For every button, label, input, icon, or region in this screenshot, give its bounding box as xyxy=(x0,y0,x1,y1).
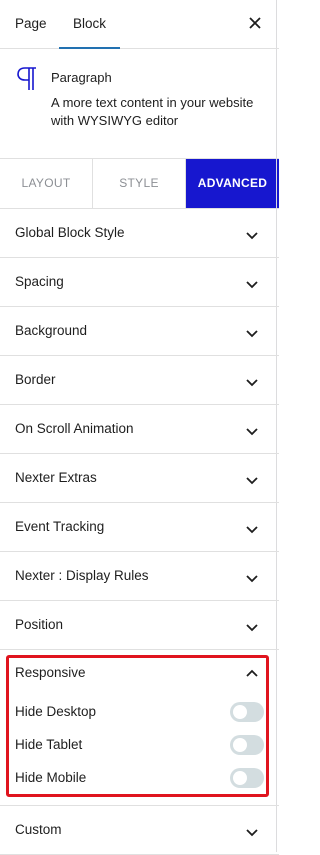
chevron-down-icon xyxy=(245,521,259,534)
chevron-down-icon xyxy=(245,423,259,436)
panel-responsive-title[interactable]: Responsive xyxy=(15,665,86,680)
toggle-row-desktop: Hide Desktop xyxy=(15,702,264,722)
panel-label: Position xyxy=(15,617,64,632)
tab-layout[interactable]: LAYOUT xyxy=(0,159,93,208)
panel-responsive: Responsive Hide Desktop Hide Tablet Hide… xyxy=(0,650,279,806)
tab-block[interactable]: Block xyxy=(59,0,120,49)
toggle-knob xyxy=(233,738,247,752)
hide-desktop-toggle[interactable] xyxy=(230,702,264,722)
panel-item[interactable]: Nexter Extras xyxy=(0,454,279,503)
hide-desktop-label: Hide Desktop xyxy=(15,704,97,719)
hide-tablet-label: Hide Tablet xyxy=(15,737,83,752)
mode-tabs: LAYOUT STYLE ADVANCED xyxy=(0,159,279,209)
panel-label: Border xyxy=(15,372,56,387)
panel-label: Nexter Extras xyxy=(15,470,97,485)
panel-label: Global Block Style xyxy=(15,225,125,240)
chevron-down-icon xyxy=(245,227,259,240)
panel-item[interactable]: Nexter : Display Rules xyxy=(0,552,279,601)
chevron-down-icon xyxy=(245,824,259,837)
panel-label: Event Tracking xyxy=(15,519,105,534)
panel-custom[interactable]: Custom xyxy=(0,806,279,855)
chevron-up-icon[interactable] xyxy=(245,666,259,677)
chevron-down-icon xyxy=(245,570,259,583)
toggle-row-tablet: Hide Tablet xyxy=(15,735,264,755)
panel-label: Nexter : Display Rules xyxy=(15,568,149,583)
block-card: Paragraph A more text content in your we… xyxy=(0,49,279,159)
tab-page[interactable]: Page xyxy=(15,0,47,48)
hide-mobile-label: Hide Mobile xyxy=(15,770,87,785)
hide-tablet-toggle[interactable] xyxy=(230,735,264,755)
panel-item[interactable]: On Scroll Animation xyxy=(0,405,279,454)
toggle-knob xyxy=(233,771,247,785)
chevron-down-icon xyxy=(245,325,259,338)
panel-label: Background xyxy=(15,323,88,338)
panel-custom-label: Custom xyxy=(15,822,62,837)
block-description: A more text content in your website with… xyxy=(51,95,254,128)
close-icon[interactable] xyxy=(245,13,265,33)
panel-item[interactable]: Border xyxy=(0,356,279,405)
chevron-down-icon xyxy=(245,276,259,289)
tab-style[interactable]: STYLE xyxy=(93,159,186,208)
panel-label: Spacing xyxy=(15,274,64,289)
toggle-knob xyxy=(233,705,247,719)
panel-item[interactable]: Global Block Style xyxy=(0,209,279,258)
panel-item[interactable]: Spacing xyxy=(0,258,279,307)
panel-label: On Scroll Animation xyxy=(15,421,134,436)
sidebar-header: Page Block xyxy=(0,0,279,49)
panel-list: Global Block Style Spacing Background Borde… xyxy=(0,209,279,650)
tab-advanced[interactable]: ADVANCED xyxy=(186,159,279,208)
chevron-down-icon xyxy=(245,619,259,632)
paragraph-icon xyxy=(16,66,38,97)
panel-item[interactable]: Background xyxy=(0,307,279,356)
panel-item[interactable]: Position xyxy=(0,601,279,650)
hide-mobile-toggle[interactable] xyxy=(230,768,264,788)
chevron-down-icon xyxy=(245,374,259,387)
block-title: Paragraph xyxy=(51,70,112,85)
panel-item[interactable]: Event Tracking xyxy=(0,503,279,552)
toggle-row-mobile: Hide Mobile xyxy=(15,768,264,788)
chevron-down-icon xyxy=(245,472,259,485)
